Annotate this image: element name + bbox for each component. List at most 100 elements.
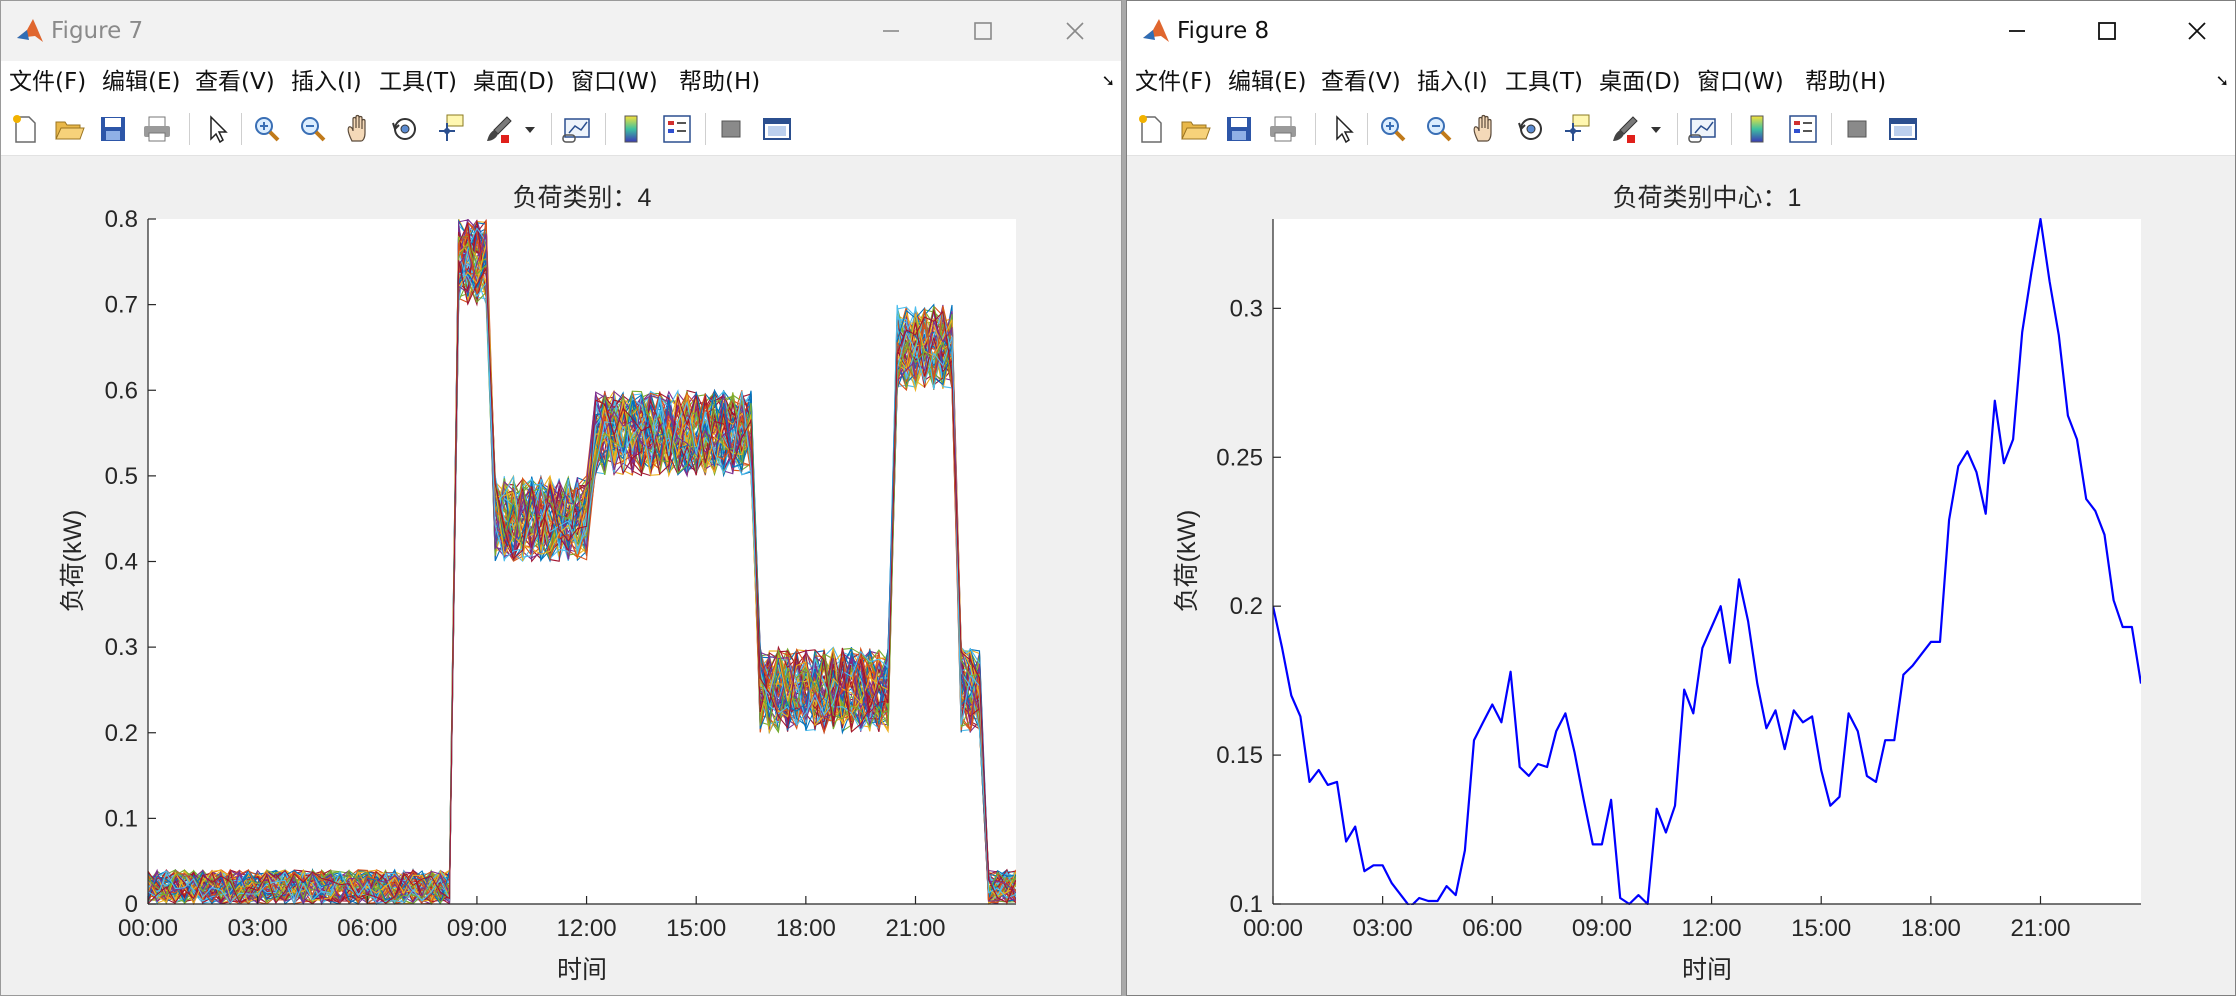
- zoom-out-icon[interactable]: [295, 111, 331, 147]
- menu-edit[interactable]: 编辑(E): [1228, 65, 1306, 99]
- zoom-in-icon[interactable]: [1375, 111, 1411, 147]
- figure7-titlebar[interactable]: Figure 7: [1, 1, 1121, 61]
- open-file-icon[interactable]: [1177, 111, 1213, 147]
- colorbar-icon[interactable]: [613, 111, 649, 147]
- menu-edit[interactable]: 编辑(E): [102, 65, 180, 99]
- save-icon[interactable]: [1221, 111, 1257, 147]
- brush-dropdown-icon[interactable]: [1647, 111, 1665, 147]
- x-tick-label: 15:00: [666, 915, 726, 942]
- legend-icon[interactable]: [1785, 111, 1821, 147]
- legend-icon[interactable]: [659, 111, 695, 147]
- menu-file[interactable]: 文件(F): [9, 65, 86, 99]
- toolbar-separator: [1831, 113, 1832, 145]
- menu-file[interactable]: 文件(F): [1135, 65, 1212, 99]
- close-button[interactable]: [2177, 13, 2217, 49]
- x-tick-label: 03:00: [228, 915, 288, 942]
- y-tick-label: 0.15: [1216, 742, 1263, 769]
- x-tick-label: 21:00: [2010, 915, 2070, 942]
- brush-dropdown-icon[interactable]: [521, 111, 539, 147]
- x-tick-label: 21:00: [885, 915, 945, 942]
- toolbar-separator: [241, 113, 242, 145]
- x-tick-label: 09:00: [1572, 915, 1632, 942]
- axes-background[interactable]: [148, 219, 1016, 904]
- select-pointer-icon[interactable]: [1325, 111, 1361, 147]
- y-tick-label: 0: [125, 891, 138, 918]
- pan-hand-icon[interactable]: [1467, 111, 1503, 147]
- axes-background[interactable]: [1273, 219, 2141, 904]
- hide-plot-tools-icon[interactable]: [1839, 111, 1875, 147]
- maximize-button[interactable]: [963, 13, 1003, 49]
- pan-hand-icon[interactable]: [341, 111, 377, 147]
- new-figure-icon[interactable]: [7, 111, 43, 147]
- toolbar-separator: [1731, 113, 1732, 145]
- x-tick-label: 18:00: [1901, 915, 1961, 942]
- y-tick-label: 0.2: [105, 720, 138, 747]
- y-axis-label: 负荷(kW): [59, 510, 87, 613]
- link-plot-icon[interactable]: [1685, 111, 1721, 147]
- data-cursor-icon[interactable]: [1559, 111, 1595, 147]
- maximize-button[interactable]: [2087, 13, 2127, 49]
- menubar: 文件(F) 编辑(E) 查看(V) 插入(I) 工具(T) 桌面(D) 窗口(W…: [1, 61, 1121, 103]
- plot-title: 负荷类别中心：1: [1613, 184, 1802, 212]
- rotate-3d-icon[interactable]: [387, 111, 423, 147]
- open-file-icon[interactable]: [51, 111, 87, 147]
- toolbar-separator: [189, 113, 190, 145]
- menubar: 文件(F) 编辑(E) 查看(V) 插入(I) 工具(T) 桌面(D) 窗口(W…: [1127, 61, 2235, 103]
- x-tick-label: 00:00: [118, 915, 178, 942]
- menu-help[interactable]: 帮助(H): [679, 65, 760, 99]
- figure-area: 0 0.1 0.2 0.3 0.4 0.5 0.6 0.7 0.8 00:00 03:00 06:0…: [1, 156, 1121, 995]
- select-pointer-icon[interactable]: [199, 111, 235, 147]
- figure8-window: Figure 8 文件(F) 编辑(E) 查看(V) 插入(I) 工具(T) 桌…: [1126, 0, 2236, 996]
- window-title: Figure 8: [1177, 18, 1270, 44]
- menu-desktop[interactable]: 桌面(D): [1599, 65, 1681, 99]
- menu-tools[interactable]: 工具(T): [379, 65, 457, 99]
- window-title: Figure 7: [51, 18, 144, 44]
- print-icon[interactable]: [1265, 111, 1301, 147]
- save-icon[interactable]: [95, 111, 131, 147]
- x-axis-label: 时间: [557, 956, 607, 984]
- figure8-titlebar[interactable]: Figure 8: [1127, 1, 2235, 61]
- hide-plot-tools-icon[interactable]: [713, 111, 749, 147]
- print-icon[interactable]: [139, 111, 175, 147]
- toolbar-separator: [705, 113, 706, 145]
- minimize-button[interactable]: [1997, 13, 2037, 49]
- zoom-out-icon[interactable]: [1421, 111, 1457, 147]
- brush-icon[interactable]: [1607, 111, 1643, 147]
- menu-desktop[interactable]: 桌面(D): [473, 65, 555, 99]
- menu-window[interactable]: 窗口(W): [1697, 65, 1784, 99]
- y-axis-label: 负荷(kW): [1173, 510, 1201, 613]
- figure-toolbar: [1, 103, 1121, 156]
- menu-view[interactable]: 查看(V): [195, 65, 275, 99]
- matlab-icon: [15, 16, 45, 46]
- data-cursor-icon[interactable]: [433, 111, 469, 147]
- zoom-in-icon[interactable]: [249, 111, 285, 147]
- y-tick-label: 0.3: [1230, 295, 1263, 322]
- y-tick-label: 0.7: [105, 292, 138, 319]
- dock-arrow-icon[interactable]: ➘: [1102, 71, 1115, 90]
- matlab-icon: [1141, 16, 1171, 46]
- menu-insert[interactable]: 插入(I): [291, 65, 362, 99]
- menu-window[interactable]: 窗口(W): [571, 65, 658, 99]
- link-plot-icon[interactable]: [559, 111, 595, 147]
- colorbar-icon[interactable]: [1739, 111, 1775, 147]
- show-plot-tools-icon[interactable]: [1885, 111, 1921, 147]
- x-tick-label: 18:00: [776, 915, 836, 942]
- toolbar-separator: [1367, 113, 1368, 145]
- show-plot-tools-icon[interactable]: [759, 111, 795, 147]
- toolbar-separator: [551, 113, 552, 145]
- x-tick-label: 09:00: [447, 915, 507, 942]
- y-tick-label: 0.6: [105, 377, 138, 404]
- close-button[interactable]: [1055, 13, 1095, 49]
- plot-title: 负荷类别：4: [513, 184, 652, 212]
- toolbar-separator: [1677, 113, 1678, 145]
- menu-tools[interactable]: 工具(T): [1505, 65, 1583, 99]
- brush-icon[interactable]: [481, 111, 517, 147]
- menu-help[interactable]: 帮助(H): [1805, 65, 1886, 99]
- minimize-button[interactable]: [871, 13, 911, 49]
- rotate-3d-icon[interactable]: [1513, 111, 1549, 147]
- figure-area: 0.1 0.15 0.2 0.25 0.3 00:00 03:00 06:00 09:00 12…: [1127, 156, 2235, 995]
- menu-view[interactable]: 查看(V): [1321, 65, 1401, 99]
- dock-arrow-icon[interactable]: ➘: [2216, 71, 2229, 90]
- menu-insert[interactable]: 插入(I): [1417, 65, 1488, 99]
- new-figure-icon[interactable]: [1133, 111, 1169, 147]
